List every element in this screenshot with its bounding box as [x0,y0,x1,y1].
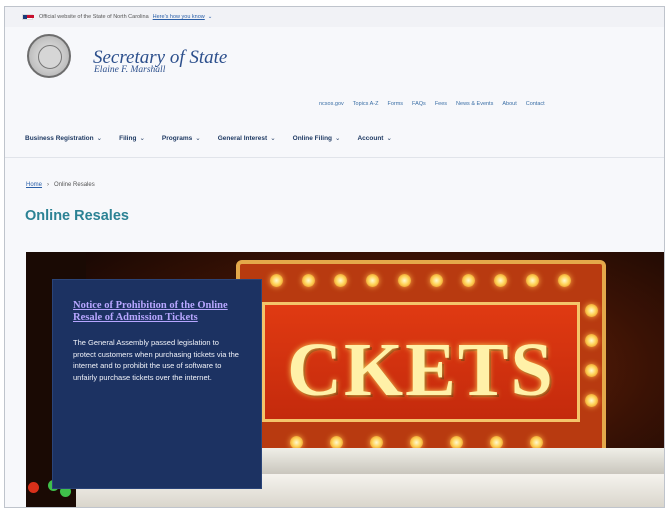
chevron-down-icon[interactable]: ⌄ [208,14,213,20]
chevron-down-icon: ⌄ [335,135,341,142]
bulb-icon [585,334,598,347]
nav-label: General Interest [217,135,268,142]
gov-banner: Official website of the State of North C… [5,7,664,27]
bulb-icon [366,274,379,287]
nav-item-online-filing[interactable]: Online Filing ⌄ [293,134,341,142]
bulb-icon [334,274,347,287]
chevron-down-icon: ⌄ [386,135,392,142]
nav-divider [5,157,664,158]
utility-link-faqs[interactable]: FAQs [412,101,426,107]
chevron-down-icon: ⌄ [195,135,201,142]
bulb-icon [558,274,571,287]
nav-item-account[interactable]: Account ⌄ [357,134,391,142]
site-subtitle: Elaine F. Marshall [94,65,166,75]
nav-item-business-registration[interactable]: Business Registration ⌄ [25,134,102,142]
nc-flag-icon [22,14,34,20]
bulb-icon [585,364,598,377]
utility-link-news[interactable]: News & Events [456,101,493,107]
notice-card-title-link[interactable]: Notice of Prohibition of the Online Resa… [73,300,241,323]
breadcrumb-separator: › [47,182,50,188]
page-title: Online Resales [25,208,129,224]
marquee-text: CKETS [287,328,555,412]
marquee-sign: CKETS [262,302,580,422]
nav-item-general-interest[interactable]: General Interest ⌄ [218,134,276,142]
bulb-icon [302,274,315,287]
chevron-down-icon: ⌄ [270,135,276,142]
bulb-icon [430,274,443,287]
breadcrumb-current: Online Resales [54,182,95,188]
utility-nav: ncsos.gov Topics A-Z Forms FAQs Fees New… [319,101,545,107]
bulb-icon [494,274,507,287]
red-light-icon [28,482,39,493]
nav-label: Business Registration [25,135,94,142]
gov-banner-text: Official website of the State of North C… [39,14,149,20]
chevron-down-icon: ⌄ [96,135,103,142]
heres-how-you-know-link[interactable]: Here's how you know [153,14,205,20]
breadcrumb-home-link[interactable]: Home [26,182,42,188]
bulb-icon [526,274,539,287]
notice-card-body: The General Assembly passed legislation … [73,338,239,382]
breadcrumb: Home › Online Resales [26,182,95,188]
nav-label: Programs [161,135,193,142]
utility-link-fees[interactable]: Fees [435,101,447,107]
bulb-icon [398,274,411,287]
utility-link-forms[interactable]: Forms [387,101,403,107]
nav-item-programs[interactable]: Programs ⌄ [162,134,201,142]
utility-link-ncsos[interactable]: ncsos.gov [319,101,344,107]
hero-banner: CKETS Notice of Prohibition of the Onlin… [26,252,664,507]
utility-link-contact[interactable]: Contact [526,101,545,107]
bulb-icon [270,274,283,287]
nav-label: Online Filing [292,135,333,142]
bulb-icon [585,394,598,407]
utility-link-about[interactable]: About [502,101,516,107]
tickets-marquee-image: CKETS [236,260,606,475]
bulb-icon [462,274,475,287]
bulb-icon [585,304,598,317]
nav-label: Filing [119,135,137,142]
state-seal-logo[interactable] [27,34,71,78]
nav-label: Account [357,135,384,142]
main-nav: Business Registration ⌄ Filing ⌄ Programs ⌄… [25,134,392,142]
notice-card: Notice of Prohibition of the Online Resa… [52,279,262,489]
chevron-down-icon: ⌄ [139,135,145,142]
nav-item-filing[interactable]: Filing ⌄ [119,134,145,142]
utility-link-topics[interactable]: Topics A-Z [353,101,379,107]
browser-frame: Official website of the State of North C… [4,6,665,508]
